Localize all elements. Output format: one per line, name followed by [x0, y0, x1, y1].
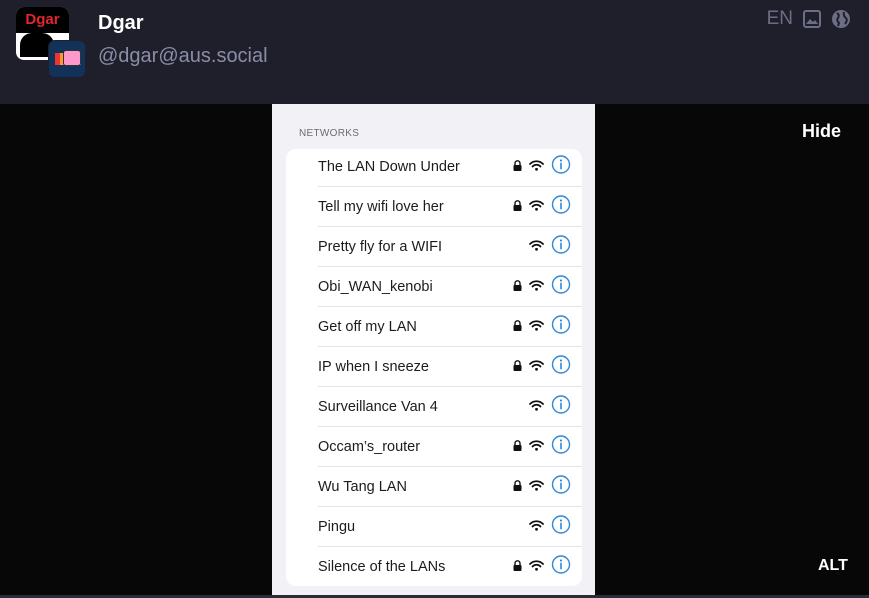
lock-icon [513, 558, 522, 576]
lock-icon [513, 198, 522, 216]
network-name: Tell my wifi love her [318, 199, 444, 215]
lock-icon [513, 358, 522, 376]
info-icon[interactable] [551, 155, 571, 180]
network-row[interactable]: The LAN Down Under [286, 147, 582, 187]
alt-badge[interactable]: ALT [818, 557, 848, 575]
network-row[interactable]: Silence of the LANs [286, 547, 582, 587]
lock-icon [513, 278, 522, 296]
info-icon[interactable] [551, 395, 571, 420]
wifi-signal-icon [529, 398, 544, 416]
network-row[interactable]: Pingu [286, 507, 582, 547]
account-handle[interactable]: @dgar@aus.social [98, 45, 268, 68]
network-list: The LAN Down Under Tell my wifi love her P… [286, 149, 582, 586]
language-indicator: EN [766, 8, 793, 29]
wifi-signal-icon [529, 438, 544, 456]
network-name: Obi_WAN_kenobi [318, 279, 433, 295]
post-header: Dgar Dgar @dgar@aus.social EN [0, 0, 869, 104]
network-name: Pingu [318, 519, 356, 535]
network-row[interactable]: Pretty fly for a WIFI [286, 227, 582, 267]
info-icon[interactable] [551, 355, 571, 380]
network-name: Get off my LAN [318, 319, 417, 335]
info-icon[interactable] [551, 235, 571, 260]
network-row[interactable]: Get off my LAN [286, 307, 582, 347]
wifi-signal-icon [529, 478, 544, 496]
info-icon[interactable] [551, 475, 571, 500]
network-row[interactable]: Surveillance Van 4 [286, 387, 582, 427]
network-row[interactable]: Tell my wifi love her [286, 187, 582, 227]
globe-icon[interactable] [831, 9, 851, 29]
info-icon[interactable] [551, 195, 571, 220]
hide-button[interactable]: Hide [802, 121, 841, 142]
lock-icon [513, 478, 522, 496]
wifi-signal-icon [529, 198, 544, 216]
network-name: IP when I sneeze [318, 359, 429, 375]
info-icon[interactable] [551, 315, 571, 340]
network-name: The LAN Down Under [318, 159, 460, 175]
nyan-cat-icon [63, 50, 81, 66]
network-name: Wu Tang LAN [318, 479, 407, 495]
wifi-signal-icon [529, 318, 544, 336]
image-icon [803, 10, 821, 28]
info-icon[interactable] [551, 275, 571, 300]
wifi-signal-icon [529, 158, 544, 176]
info-icon[interactable] [551, 435, 571, 460]
wifi-signal-icon [529, 358, 544, 376]
network-row[interactable]: IP when I sneeze [286, 347, 582, 387]
network-row[interactable]: Wu Tang LAN [286, 467, 582, 507]
wifi-signal-icon [529, 238, 544, 256]
display-name[interactable]: Dgar [98, 12, 144, 35]
network-name: Silence of the LANs [318, 559, 446, 575]
wifi-signal-icon [529, 278, 544, 296]
section-label: NETWORKS [299, 128, 360, 139]
post-meta: EN [767, 8, 851, 30]
network-row[interactable]: Obi_WAN_kenobi [286, 267, 582, 307]
network-name: Pretty fly for a WIFI [318, 239, 443, 255]
info-icon[interactable] [551, 555, 571, 580]
boost-avatar[interactable] [48, 40, 86, 78]
network-name: Occam’s_router [318, 439, 421, 455]
wifi-signal-icon [529, 558, 544, 576]
avatar-logo-text: Dgar [16, 7, 69, 33]
wifi-screenshot: NETWORKS The LAN Down Under Tell my wifi … [272, 104, 595, 595]
lock-icon [513, 158, 522, 176]
lock-icon [513, 438, 522, 456]
media-container[interactable]: NETWORKS The LAN Down Under Tell my wifi … [0, 104, 869, 595]
lock-icon [513, 318, 522, 336]
network-row[interactable]: Occam’s_router [286, 427, 582, 467]
wifi-signal-icon [529, 518, 544, 536]
info-icon[interactable] [551, 515, 571, 540]
network-name: Surveillance Van 4 [318, 399, 438, 415]
